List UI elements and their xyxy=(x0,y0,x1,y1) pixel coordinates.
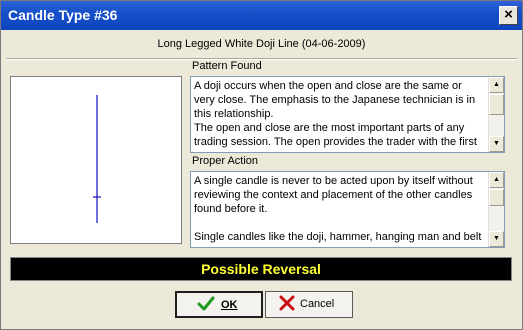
close-button[interactable]: × xyxy=(499,6,518,25)
title-bar: Candle Type #36 × xyxy=(1,1,522,30)
cancel-label: Cancel xyxy=(300,298,335,310)
scroll-down-icon[interactable]: ▼ xyxy=(489,136,504,152)
pattern-found-textbox[interactable]: A doji occurs when the open and close ar… xyxy=(190,76,505,153)
pattern-found-label: Pattern Found xyxy=(192,60,262,72)
pattern-title: Long Legged White Doji Line (04-06-2009) xyxy=(157,38,366,50)
scroll-up-icon[interactable]: ▲ xyxy=(489,77,504,93)
dialog-window: Candle Type #36 × Long Legged White Doji… xyxy=(0,0,523,330)
candle-chart-svg xyxy=(93,95,101,223)
close-icon: × xyxy=(504,6,513,23)
cancel-button[interactable]: Cancel xyxy=(265,291,353,318)
proper-action-label: Proper Action xyxy=(192,155,259,167)
proper-action-textbox[interactable]: A single candle is never to be acted upo… xyxy=(190,171,505,248)
x-icon xyxy=(279,295,295,311)
scroll-thumb[interactable] xyxy=(489,94,504,115)
ok-label: OK xyxy=(221,299,238,311)
signal-banner: Possible Reversal xyxy=(10,257,512,281)
pattern-found-text: A doji occurs when the open and close ar… xyxy=(194,80,477,148)
window-title: Candle Type #36 xyxy=(8,7,118,23)
scroll-thumb[interactable] xyxy=(489,189,504,206)
candle-chart xyxy=(10,76,182,244)
proper-action-scrollbar[interactable]: ▲ ▼ xyxy=(488,172,504,247)
signal-text: Possible Reversal xyxy=(201,261,321,277)
scroll-down-icon[interactable]: ▼ xyxy=(489,231,504,247)
proper-action-text: A single candle is never to be acted upo… xyxy=(194,175,482,243)
scroll-up-icon[interactable]: ▲ xyxy=(489,172,504,188)
pattern-found-scrollbar[interactable]: ▲ ▼ xyxy=(488,77,504,152)
check-icon xyxy=(197,296,215,311)
ok-button[interactable]: OK xyxy=(175,291,263,318)
